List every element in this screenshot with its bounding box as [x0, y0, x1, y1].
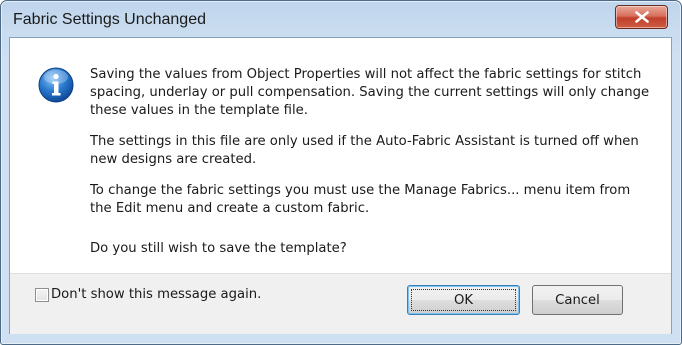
message-paragraph: Saving the values from Object Properties…: [90, 67, 650, 118]
dont-show-again-checkbox[interactable]: [35, 287, 49, 302]
close-button[interactable]: [615, 5, 668, 29]
focus-rectangle: [411, 289, 516, 311]
info-icon: [38, 67, 74, 103]
ok-button[interactable]: OK: [407, 285, 520, 315]
message-area: Saving the values from Object Properties…: [10, 38, 671, 273]
dialog-client-area: Saving the values from Object Properties…: [9, 37, 672, 334]
button-bar: Don't show this message again. OK Cancel: [10, 273, 671, 334]
dialog-title: Fabric Settings Unchanged: [13, 11, 206, 28]
close-icon: [634, 11, 649, 23]
cancel-button-label: Cancel: [555, 292, 600, 308]
cancel-button[interactable]: Cancel: [532, 285, 623, 315]
message-paragraph: To change the fabric settings you must u…: [90, 183, 631, 216]
dialog-window: Fabric Settings Unchanged Saving the val…: [0, 0, 682, 345]
message-paragraph: The settings in this file are only used …: [90, 134, 639, 167]
message-text: Saving the values from Object Properties…: [90, 66, 650, 271]
dont-show-again-label[interactable]: Don't show this message again.: [51, 287, 261, 302]
dont-show-again-option[interactable]: Don't show this message again.: [35, 287, 261, 302]
question-text: Do you still wish to save the template?: [90, 241, 347, 256]
